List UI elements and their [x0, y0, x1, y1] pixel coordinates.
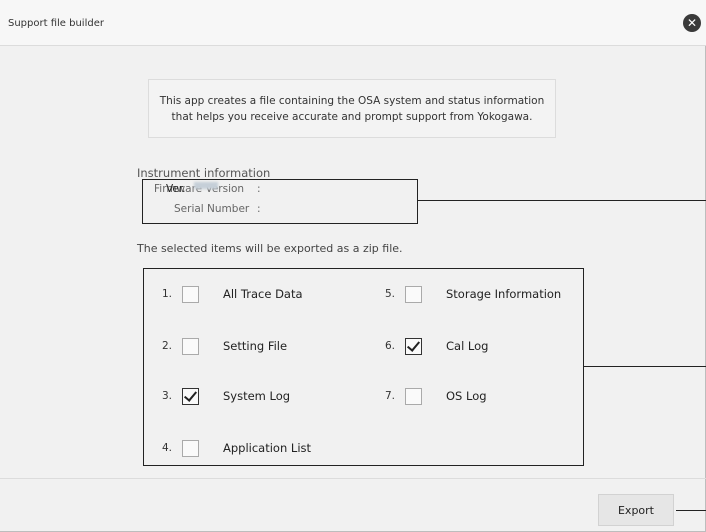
item-all-trace-data[interactable]: 1. All Trace Data	[162, 283, 303, 305]
firmware-version-prefix: Ver.	[166, 183, 186, 195]
export-button[interactable]: Export	[598, 494, 674, 526]
item-label: Setting File	[223, 339, 288, 353]
serial-separator: :	[257, 203, 261, 215]
item-storage-information[interactable]: 5. Storage Information	[385, 283, 561, 305]
item-number: 4.	[162, 442, 173, 454]
callout-line	[418, 200, 706, 201]
intro-line-1: This app creates a file containing the O…	[159, 95, 545, 107]
checkbox-setting-file[interactable]	[182, 337, 199, 355]
item-number: 3.	[162, 390, 173, 402]
item-setting-file[interactable]: 2. Setting File	[162, 335, 287, 357]
checkbox-os-log[interactable]	[405, 387, 422, 405]
checkbox-all-trace-data[interactable]	[182, 285, 199, 303]
item-label: All Trace Data	[223, 287, 303, 301]
item-label: Application List	[223, 441, 312, 455]
intro-panel: This app creates a file containing the O…	[148, 79, 556, 138]
item-number: 5.	[385, 288, 396, 300]
item-label: Storage Information	[446, 287, 562, 301]
item-system-log[interactable]: 3. System Log	[162, 385, 290, 407]
item-application-list[interactable]: 4. Application List	[162, 437, 311, 459]
item-label: Cal Log	[446, 339, 489, 353]
export-message: The selected items will be exported as a…	[137, 242, 403, 255]
item-number: 7.	[385, 390, 396, 402]
checkbox-system-log[interactable]	[182, 387, 199, 405]
support-file-builder-window: Support file builder ✕ This app creates …	[0, 0, 706, 532]
close-icon[interactable]: ✕	[683, 14, 701, 32]
item-cal-log[interactable]: 6. Cal Log	[385, 335, 488, 357]
window-title: Support file builder	[8, 18, 104, 29]
checkbox-storage-information[interactable]	[405, 285, 422, 303]
serial-number-label: Serial Number	[174, 203, 250, 215]
item-label: System Log	[223, 389, 291, 403]
instrument-info-header: Instrument information	[137, 166, 271, 180]
item-number: 6.	[385, 340, 396, 352]
redacted-version	[194, 182, 218, 189]
title-bar: Support file builder ✕	[0, 0, 706, 46]
checkbox-cal-log[interactable]	[405, 337, 422, 355]
checkbox-application-list[interactable]	[182, 439, 199, 457]
callout-line	[676, 510, 706, 511]
footer-divider	[0, 478, 706, 479]
firmware-separator: :	[257, 183, 261, 195]
item-number: 1.	[162, 288, 173, 300]
intro-line-2: that helps you receive accurate and prom…	[171, 111, 533, 123]
callout-line	[584, 366, 706, 367]
item-label: OS Log	[446, 389, 487, 403]
item-number: 2.	[162, 340, 173, 352]
item-os-log[interactable]: 7. OS Log	[385, 385, 487, 407]
